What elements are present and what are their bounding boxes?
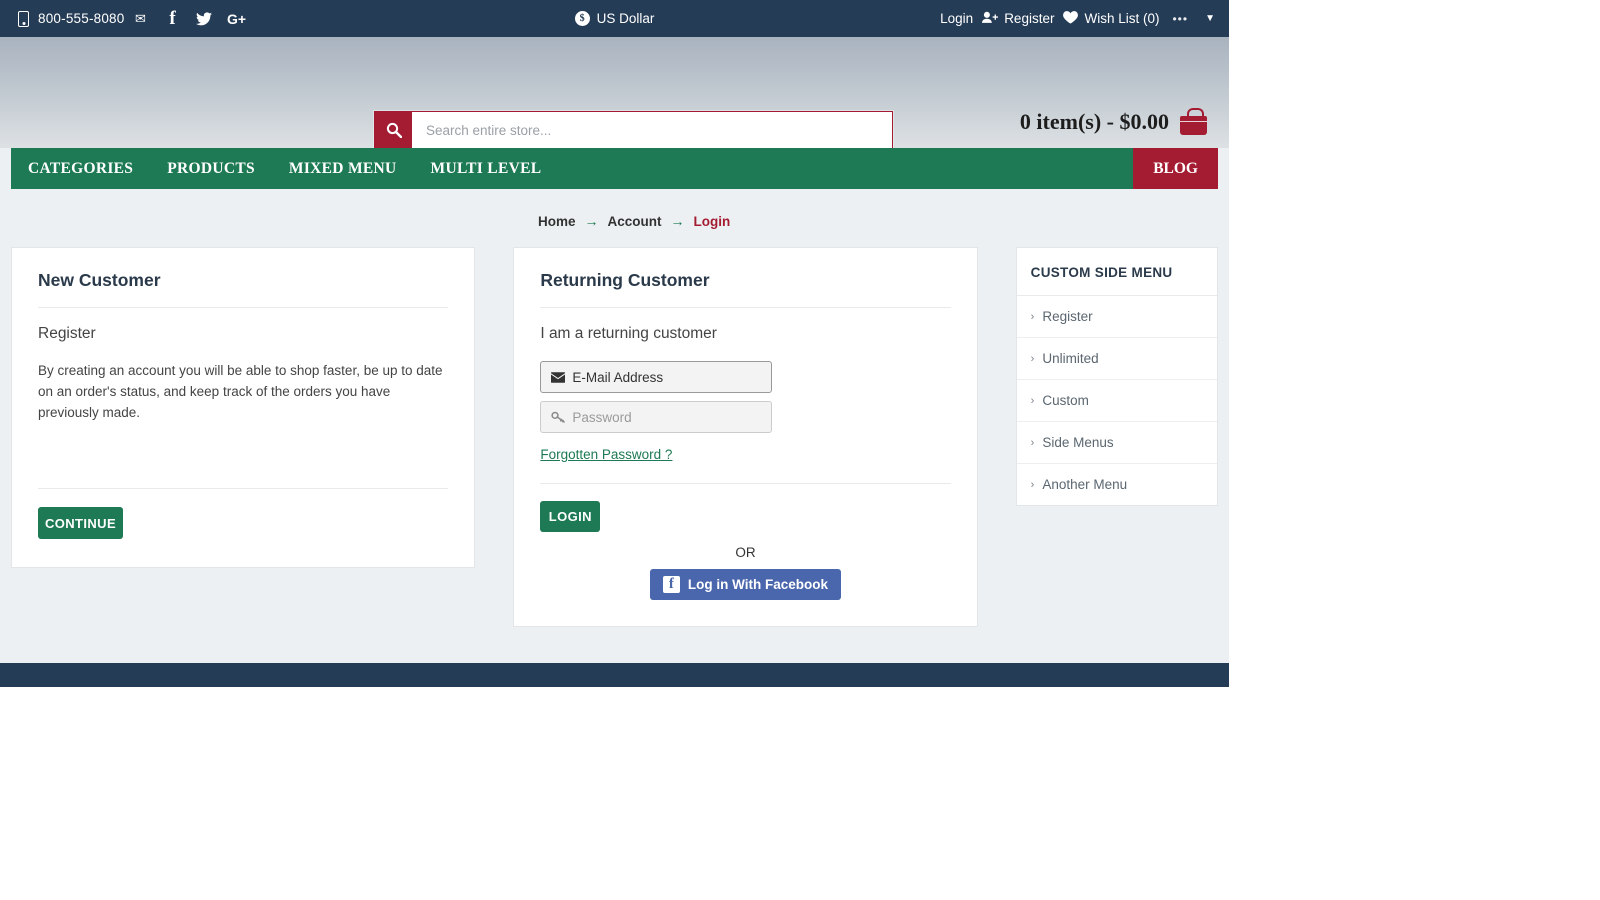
site-header: 0 item(s) - $0.00 xyxy=(0,37,1229,149)
new-customer-body: By creating an account you will be able … xyxy=(38,363,443,420)
page-content: Home → Account → Login New Customer Regi… xyxy=(0,189,1229,627)
breadcrumb: Home → Account → Login xyxy=(11,189,1218,247)
forgotten-password-link[interactable]: Forgotten Password ? xyxy=(540,447,672,462)
facebook-login-button[interactable]: f Log in With Facebook xyxy=(649,569,842,600)
breadcrumb-account[interactable]: Account xyxy=(608,214,662,229)
heart-icon xyxy=(1063,10,1079,27)
user-plus-icon xyxy=(982,11,999,27)
email-field[interactable]: E-Mail Address xyxy=(540,361,773,393)
login-link-label: Login xyxy=(940,11,974,26)
facebook-icon: f xyxy=(662,576,680,593)
new-customer-panel: New Customer Register By creating an acc… xyxy=(11,247,476,568)
search-bar xyxy=(374,111,893,149)
facebook-login-label: Log in With Facebook xyxy=(687,577,829,592)
cart-total-label: 0 item(s) - $0.00 xyxy=(1019,109,1169,134)
facebook-icon[interactable]: f xyxy=(156,0,188,37)
site-footer xyxy=(0,663,1229,687)
new-customer-column: New Customer Register By creating an acc… xyxy=(11,247,476,568)
top-bar-right: Login Register Wish List (0) ••• ▼ xyxy=(940,10,1229,27)
sidebar-item-label: Unlimited xyxy=(1042,351,1099,366)
chevron-down-icon[interactable]: ▼ xyxy=(1201,13,1215,24)
returning-customer-title: Returning Customer xyxy=(540,270,951,308)
login-button[interactable]: LOGIN xyxy=(540,501,601,532)
nav-item-blog[interactable]: BLOG xyxy=(1133,148,1218,189)
divider xyxy=(540,483,951,484)
chevron-right-icon: › xyxy=(1030,352,1035,365)
new-customer-title: New Customer xyxy=(38,270,449,308)
or-separator-label: OR xyxy=(735,545,756,560)
more-options-icon[interactable]: ••• xyxy=(1168,12,1192,26)
sidebar-item-register[interactable]: › Register xyxy=(1016,296,1217,338)
password-field-placeholder: Password xyxy=(572,409,632,425)
top-bar: 800-555-8080 ✉ f G+ $ US Dollar Login Re… xyxy=(0,0,1229,37)
page-root: 800-555-8080 ✉ f G+ $ US Dollar Login Re… xyxy=(0,0,1229,687)
phone-number: 800-555-8080 xyxy=(38,11,125,26)
breadcrumb-current: Login xyxy=(693,213,731,229)
content-columns: New Customer Register By creating an acc… xyxy=(11,247,1218,627)
nav-item-products[interactable]: PRODUCTS xyxy=(150,148,272,189)
new-customer-subhead: Register xyxy=(38,325,96,342)
custom-side-menu-column: CUSTOM SIDE MENU › Register › Unlimited … xyxy=(1015,247,1218,506)
arrow-right-icon: → xyxy=(584,213,599,229)
chevron-right-icon: › xyxy=(1030,478,1035,491)
side-menu-title: CUSTOM SIDE MENU xyxy=(1016,248,1217,296)
returning-customer-column: Returning Customer I am a returning cust… xyxy=(513,247,978,627)
chevron-right-icon: › xyxy=(1030,310,1035,323)
email-field-value: E-Mail Address xyxy=(572,369,664,385)
login-link[interactable]: Login xyxy=(940,11,973,26)
nav-item-multi-level[interactable]: MULTI LEVEL xyxy=(414,148,559,189)
sidebar-item-custom[interactable]: › Custom xyxy=(1016,380,1217,422)
password-field[interactable]: Password xyxy=(540,401,773,433)
arrow-right-icon: → xyxy=(670,213,685,229)
google-plus-icon[interactable]: G+ xyxy=(220,0,252,37)
returning-customer-panel: Returning Customer I am a returning cust… xyxy=(513,247,978,627)
top-bar-left: 800-555-8080 ✉ f G+ xyxy=(0,0,252,37)
wishlist-link[interactable]: Wish List (0) xyxy=(1063,10,1160,27)
facebook-login-row: f Log in With Facebook xyxy=(540,569,950,600)
currency-label: US Dollar xyxy=(596,11,655,26)
sidebar-item-label: Another Menu xyxy=(1042,477,1128,492)
chevron-right-icon: › xyxy=(1030,394,1035,407)
search-input[interactable] xyxy=(412,112,892,148)
envelope-icon xyxy=(551,371,566,383)
dollar-icon: $ xyxy=(574,11,590,26)
twitter-bird-icon xyxy=(196,11,213,25)
divider xyxy=(38,488,449,489)
sidebar-item-side-menus[interactable]: › Side Menus xyxy=(1016,422,1217,464)
sidebar-item-label: Custom xyxy=(1042,393,1089,408)
sidebar-item-label: Side Menus xyxy=(1042,435,1114,450)
currency-selector[interactable]: $ US Dollar xyxy=(515,11,715,26)
nav-item-categories[interactable]: CATEGORIES xyxy=(11,148,150,189)
sidebar-item-unlimited[interactable]: › Unlimited xyxy=(1016,338,1217,380)
email-icon[interactable]: ✉ xyxy=(124,0,156,37)
sidebar-item-another-menu[interactable]: › Another Menu xyxy=(1017,464,1217,505)
search-button[interactable] xyxy=(375,112,412,148)
returning-customer-subhead: I am a returning customer xyxy=(540,325,717,342)
cart-button[interactable]: 0 item(s) - $0.00 xyxy=(1019,107,1207,135)
chevron-right-icon: › xyxy=(1030,436,1035,449)
register-link-label: Register xyxy=(1004,11,1055,26)
key-icon xyxy=(551,411,566,423)
custom-side-menu-panel: CUSTOM SIDE MENU › Register › Unlimited … xyxy=(1015,247,1218,506)
continue-button[interactable]: CONTINUE xyxy=(38,507,123,539)
register-link[interactable]: Register xyxy=(982,11,1054,27)
main-navigation: CATEGORIES PRODUCTS MIXED MENU MULTI LEV… xyxy=(11,148,1218,189)
twitter-icon[interactable] xyxy=(188,0,220,37)
nav-item-mixed-menu[interactable]: MIXED MENU xyxy=(272,148,414,189)
sidebar-item-label: Register xyxy=(1042,309,1093,324)
search-icon xyxy=(386,122,402,138)
mobile-phone-icon xyxy=(18,10,29,27)
shopping-bag-icon xyxy=(1180,107,1207,135)
wishlist-label: Wish List (0) xyxy=(1084,11,1160,26)
breadcrumb-home[interactable]: Home xyxy=(538,214,576,229)
